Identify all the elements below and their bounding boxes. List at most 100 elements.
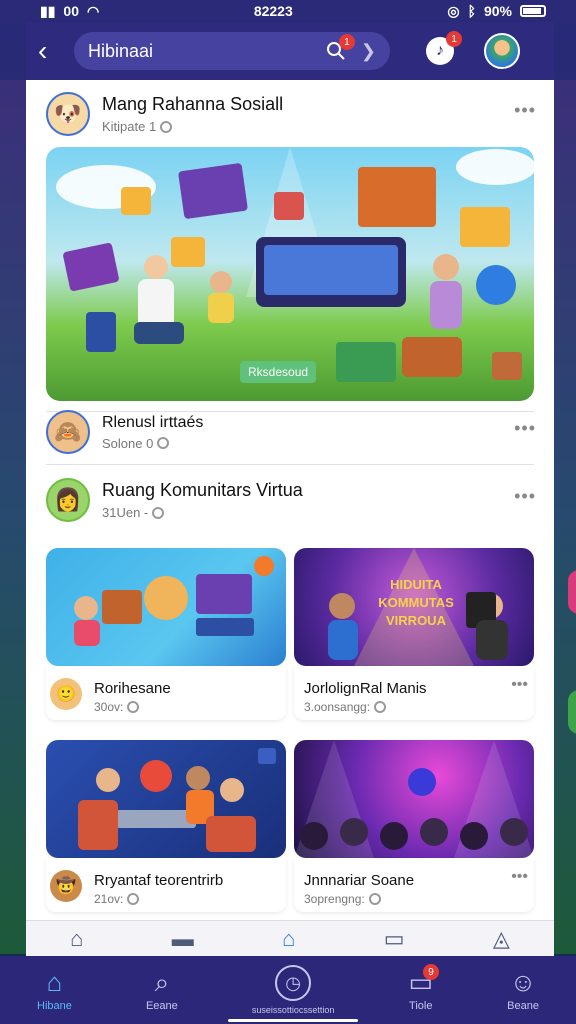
clock-text: 82223 <box>253 3 293 19</box>
card-meta-text: 30ov: <box>94 700 124 714</box>
tab-inbox[interactable]: ▭ 9 Tiole <box>408 964 440 1012</box>
post-meta: Kitipate 1 <box>102 119 283 134</box>
back-button[interactable]: ‹ <box>38 35 74 67</box>
card-meta: 30ov: <box>94 700 140 714</box>
card-info: JorlolignRal Manis 3.oonsangg: ••• <box>294 666 534 720</box>
divider <box>46 464 534 465</box>
chat-icon[interactable]: ▬ <box>172 926 194 952</box>
post-meta-text: Solone 0 <box>102 435 154 451</box>
hero-badge: Rksdesoud <box>240 361 317 383</box>
more-options-icon[interactable]: ••• <box>514 100 536 121</box>
community-card[interactable]: 🤠 Rryantaf teorentrirb 21ov: <box>46 740 286 912</box>
message-icon[interactable]: ▭ <box>384 926 405 952</box>
card-image <box>46 548 286 666</box>
globe-icon <box>374 701 387 713</box>
card-meta-text: 21ov: <box>94 892 124 906</box>
globe-icon <box>368 893 381 905</box>
inbox-badge: 9 <box>423 964 440 980</box>
more-options-icon[interactable]: ••• <box>511 868 528 886</box>
post-title[interactable]: Rlenusl irttaés <box>102 414 203 432</box>
bell-icon: ♪ <box>436 42 444 59</box>
battery-percent: 90% <box>483 3 512 19</box>
tab-history[interactable]: ◷ suseissottiocssettion <box>251 965 335 1015</box>
bottom-tab-bar: ⌂ Hibane ⌕ Eeane ◷ suseissottiocssettion… <box>0 956 576 1024</box>
card-title: Rorihesane <box>94 680 171 697</box>
profile-avatar[interactable] <box>484 33 520 69</box>
avatar[interactable]: 👩 <box>46 478 90 522</box>
card-title: Jnnnariar Soane <box>304 872 415 889</box>
search-value: Hibinaai <box>88 40 154 61</box>
post-title[interactable]: Ruang Komunitars Virtua <box>102 480 303 501</box>
search-icon[interactable]: 1 <box>325 34 355 62</box>
location-icon: ◎ <box>447 2 460 19</box>
more-options-icon[interactable]: ••• <box>511 676 528 694</box>
community-card[interactable]: Jnnnariar Soane 3oprengng: ••• <box>294 740 534 912</box>
more-options-icon[interactable]: ••• <box>514 486 536 507</box>
tab-home[interactable]: ⌂ Hibane <box>37 968 72 1012</box>
card-image <box>46 740 286 858</box>
carrier-text: 00 <box>63 3 79 19</box>
search-icon: ⌕ <box>154 967 170 997</box>
post-meta-text: Kitipate 1 <box>102 119 157 134</box>
card-meta-text: 3oprengng: <box>304 892 365 906</box>
battery-icon <box>520 5 546 17</box>
card-image <box>294 740 534 858</box>
profile-icon: ☺ <box>509 967 537 997</box>
card-meta-text: 3.oonsangg: <box>304 700 371 714</box>
avatar[interactable]: 🐶 <box>46 92 90 136</box>
card-meta: 3.oonsangg: <box>304 700 387 714</box>
wifi-icon: ◠ <box>87 2 100 19</box>
notification-icon[interactable]: ◬ <box>493 926 510 952</box>
card-info: 🤠 Rryantaf teorentrirb 21ov: <box>46 858 286 912</box>
signal-icon: ▮▮ <box>40 2 56 19</box>
card-image: HIDUITA KOMMUTAS VIRROUA <box>294 548 534 666</box>
status-bar: ▮▮ 00 ◠ 82223 ◎ ᛒ 90% <box>0 0 576 22</box>
notification-badge: 1 <box>446 31 462 47</box>
side-pink-dot <box>568 570 576 614</box>
post-meta: Solone 0 <box>102 436 203 451</box>
tab-search[interactable]: ⌕ Eeane <box>146 968 178 1012</box>
secondary-nav: ⌂ ▬ ⌂ ▭ ◬ <box>26 920 554 956</box>
post-meta: 31Uen - <box>102 505 303 520</box>
top-header: ‹ Hibinaai 1 ❯ ♪ 1 <box>26 22 554 80</box>
card-info: Jnnnariar Soane 3oprengng: ••• <box>294 858 534 912</box>
post-meta-text: 31Uen - <box>102 505 149 520</box>
card-overlay-text: HIDUITA KOMMUTAS VIRROUA <box>378 577 454 628</box>
card-title: JorlolignRal Manis <box>304 680 427 697</box>
community-card[interactable]: 🙂 Rorihesane 30ov: <box>46 548 286 720</box>
search-input[interactable]: Hibinaai 1 ❯ <box>74 32 390 70</box>
globe-icon <box>152 506 165 519</box>
globe-icon <box>127 701 140 713</box>
post-header: 🐶 Mang Rahanna Sosiall Kitipate 1 ••• <box>46 92 536 136</box>
card-avatar: 🤠 <box>50 870 82 902</box>
tab-profile[interactable]: ☺ Beane <box>507 968 539 1012</box>
tab-label: Beane <box>507 1000 539 1012</box>
tab-label: suseissottiocssettion <box>251 1005 335 1015</box>
hero-image[interactable]: Rksdesoud <box>46 147 534 401</box>
post-title[interactable]: Mang Rahanna Sosiall <box>102 94 283 115</box>
home-indicator <box>228 1019 358 1022</box>
card-avatar: 🙂 <box>50 678 82 710</box>
community-card[interactable]: HIDUITA KOMMUTAS VIRROUA JorlolignRal Ma… <box>294 548 534 720</box>
clock-icon: ◷ <box>275 965 312 1001</box>
globe-icon <box>157 437 170 449</box>
search-badge: 1 <box>338 34 355 50</box>
notification-button[interactable]: ♪ 1 <box>426 31 462 65</box>
globe-icon <box>127 893 140 905</box>
card-title: Rryantaf teorentrirb <box>94 872 224 889</box>
card-info: 🙂 Rorihesane 30ov: <box>46 666 286 720</box>
divider-icon: ❯ <box>360 40 376 61</box>
avatar[interactable]: 🙈 <box>46 410 90 454</box>
post-header: 👩 Ruang Komunitars Virtua 31Uen - ••• <box>46 478 536 522</box>
bluetooth-icon: ᛒ <box>467 3 476 19</box>
tab-label: Hibane <box>37 1000 72 1012</box>
more-options-icon[interactable]: ••• <box>514 418 536 439</box>
side-green-dot <box>568 690 576 734</box>
active-home-icon[interactable]: ⌂ <box>282 926 295 952</box>
home-icon[interactable]: ⌂ <box>70 926 83 952</box>
home-icon: ⌂ <box>46 967 63 997</box>
tab-label: Tiole <box>409 1000 433 1012</box>
tab-label: Eeane <box>145 1000 178 1012</box>
card-meta: 21ov: <box>94 892 140 906</box>
feed-panel: 🐶 Mang Rahanna Sosiall Kitipate 1 ••• Rk… <box>26 80 554 920</box>
